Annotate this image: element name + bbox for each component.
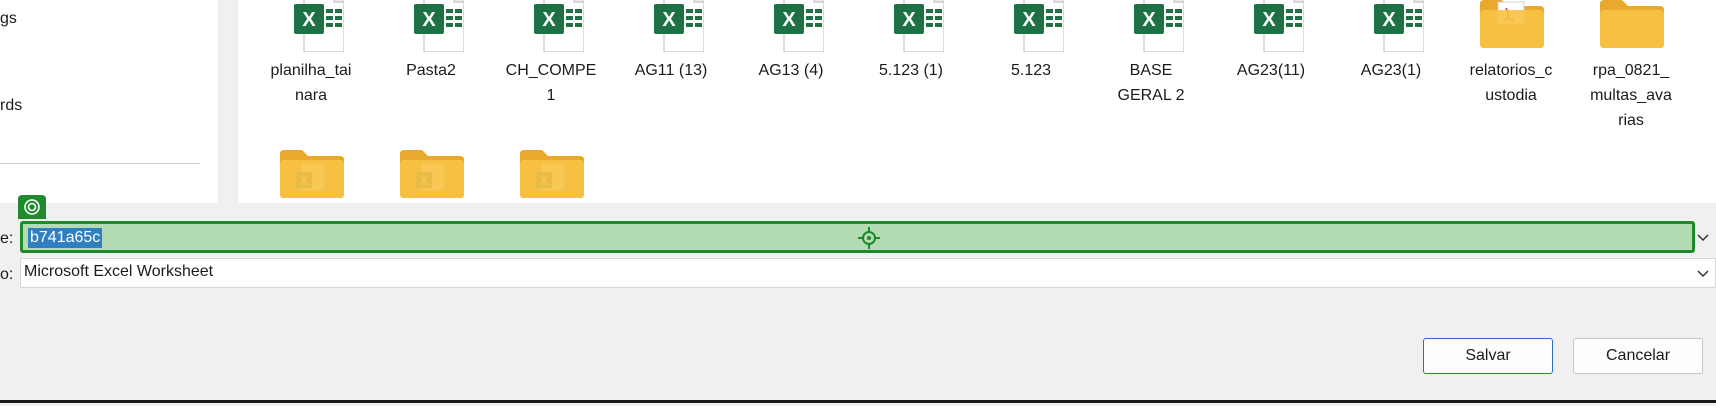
file-tile[interactable]: X AG23(11) [1212,0,1330,83]
cancel-button[interactable]: Cancelar [1573,338,1703,374]
file-tile[interactable]: Xplanilha_tai nara [252,0,370,108]
folder-icon [1572,0,1690,58]
file-name: BASE GERAL 2 [1117,62,1185,104]
svg-text:X: X [662,9,676,31]
file-name-label: e: [0,230,14,247]
file-type-select[interactable]: Microsoft Excel Worksheet [20,258,1716,288]
file-tile[interactable]: X BASE GERAL 2 [1092,0,1210,108]
nav-item-partial-1[interactable]: gs [0,10,17,28]
save-form: e: b741a65c o: Microsoft Excel Worksheet… [0,195,1716,393]
excel-file-icon: X [492,0,610,58]
file-name-dropdown-icon[interactable] [1696,230,1714,244]
file-tile[interactable]: X AG23(1) [1332,0,1450,83]
excel-file-icon: X [972,0,1090,58]
window-bottom-border [0,400,1716,403]
file-name-selected-text: b741a65c [28,228,103,248]
svg-text:X: X [902,9,916,31]
svg-text:X: X [1022,9,1036,31]
file-tile[interactable]: X CH_COMPE 1 [492,0,610,108]
file-name: 5.123 [1010,62,1052,79]
svg-text:X: X [302,9,316,31]
excel-file-icon: X [1212,0,1330,58]
file-tile[interactable]: X AG13 (4) [732,0,850,83]
excel-folder-icon: X [252,150,370,208]
excel-file-icon: X [612,0,730,58]
svg-text:X: X [422,9,436,31]
crosshair-icon [858,227,880,249]
file-tile[interactable]: X AG11 (13) [612,0,730,83]
file-type-label: o: [0,266,14,283]
file-name: AG13 (4) [758,62,824,79]
excel-file-icon: X [372,0,490,58]
file-type-value: Microsoft Excel Worksheet [24,263,214,280]
file-tile[interactable]: relatorios_c ustodia [1452,0,1570,108]
svg-text:X: X [1262,9,1276,31]
svg-text:X: X [1382,9,1396,31]
target-marker-icon [18,195,46,219]
save-button[interactable]: Salvar [1423,338,1553,374]
file-name: AG23(1) [1360,62,1422,79]
navigation-pane: gs rds [0,0,218,203]
excel-file-icon: X [1332,0,1450,58]
file-tile[interactable]: X [372,150,490,208]
file-tile[interactable]: X 5.123 (1) [852,0,970,83]
file-type-dropdown-icon[interactable] [1696,266,1714,280]
nav-divider [0,163,200,164]
excel-folder-icon: X [372,150,490,208]
pdf-folder-icon [1452,0,1570,58]
file-name: AG23(11) [1236,62,1306,79]
excel-file-icon: X [1092,0,1210,58]
excel-file-icon: X [252,0,370,58]
file-tile[interactable]: X Pasta2 [372,0,490,83]
file-name-input[interactable]: b741a65c [20,221,1695,253]
file-name: CH_COMPE 1 [505,62,597,104]
svg-text:X: X [782,9,796,31]
nav-item-partial-2[interactable]: rds [0,97,22,115]
excel-file-icon: X [852,0,970,58]
excel-file-icon: X [732,0,850,58]
svg-text:X: X [542,9,556,31]
file-tile[interactable]: rpa_0821_ multas_ava rias [1572,0,1690,133]
file-tile[interactable]: X 5.123 [972,0,1090,83]
file-name: AG11 (13) [634,62,708,79]
svg-text:X: X [1142,9,1156,31]
file-name: 5.123 (1) [878,62,944,79]
file-tile[interactable]: X [252,150,370,208]
file-name: planilha_tai nara [270,62,352,104]
file-name: Pasta2 [406,62,456,79]
file-name: rpa_0821_ multas_ava rias [1590,62,1672,129]
file-view: Xplanilha_tai nara X Pasta2 X CH_COMPE 1 X AG1… [238,0,1716,203]
file-name: relatorios_c ustodia [1469,62,1553,104]
excel-folder-icon: X [492,150,610,208]
file-tile[interactable]: X [492,150,610,208]
